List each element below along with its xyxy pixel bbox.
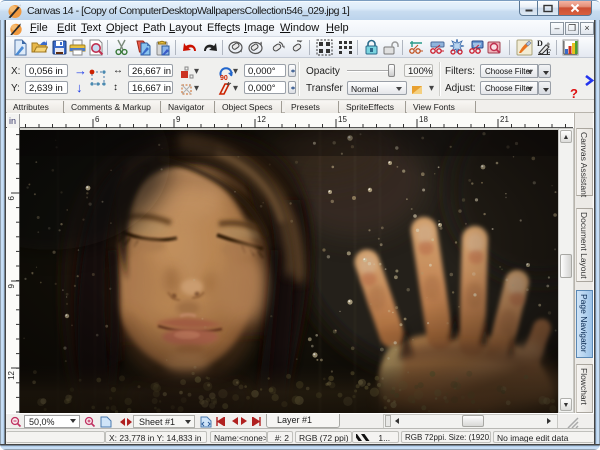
svg-text:12: 12: [257, 115, 266, 124]
svg-text:15: 15: [338, 115, 347, 124]
svg-text:9: 9: [176, 115, 181, 124]
svg-text:6: 6: [95, 115, 100, 124]
svg-text:12: 12: [7, 370, 16, 379]
svg-text:6: 6: [7, 195, 16, 200]
svg-text:21: 21: [500, 115, 509, 124]
svg-text:90: 90: [220, 75, 228, 80]
svg-text:9: 9: [7, 283, 16, 288]
svg-text:D: D: [537, 39, 543, 48]
svg-text:18: 18: [419, 115, 428, 124]
